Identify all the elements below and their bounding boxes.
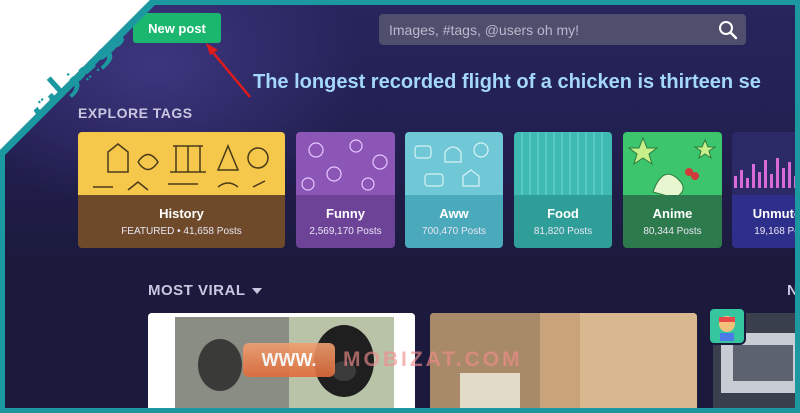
watermark-text: MOBIZAT.COM — [343, 348, 523, 371]
tag-anime[interactable]: Anime 80,344 Posts — [623, 132, 722, 248]
most-viral-label: MOST VIRAL — [148, 282, 246, 299]
tag-count: 700,470 Posts — [422, 226, 486, 237]
tag-aww-info: Aww 700,470 Posts — [405, 195, 503, 248]
search-icon[interactable] — [718, 20, 738, 40]
annotation-arrow — [206, 43, 251, 98]
fact-banner: The longest recorded flight of a chicken… — [253, 71, 761, 93]
tag-name: Food — [547, 206, 579, 221]
caret-down-icon — [251, 287, 262, 294]
tag-count: FEATURED • 41,658 Posts — [121, 226, 242, 237]
tag-name: Anime — [652, 206, 693, 221]
tag-name: Funny — [326, 206, 365, 221]
unmute-soundwave — [732, 132, 795, 195]
tag-count: 80,344 Posts — [643, 226, 702, 237]
search-input[interactable]: Images, #tags, @users oh my! — [389, 22, 579, 38]
avatar[interactable] — [708, 307, 746, 345]
tag-anime-info: Anime 80,344 Posts — [623, 195, 722, 248]
tag-aww[interactable]: Aww 700,470 Posts — [405, 132, 503, 248]
tag-funny-info: Funny 2,569,170 Posts — [296, 195, 395, 248]
tag-funny[interactable]: Funny 2,569,170 Posts — [296, 132, 395, 248]
tag-unmute[interactable]: Unmute 19,168 Po — [732, 132, 800, 248]
avatar-icon — [719, 316, 735, 341]
sort-label-partial[interactable]: N — [787, 282, 795, 299]
funny-pattern — [296, 132, 395, 195]
tag-food-info: Food 81,820 Posts — [514, 195, 612, 248]
tag-count: 81,820 Posts — [533, 226, 593, 237]
tag-history-info: History FEATURED • 41,658 Posts — [78, 195, 285, 248]
tag-food[interactable]: Food 81,820 Posts — [514, 132, 612, 248]
food-pattern — [514, 132, 612, 195]
anime-pattern — [623, 132, 722, 195]
search-bar[interactable]: Images, #tags, @users oh my! — [379, 14, 746, 45]
tag-name: Unmute — [752, 206, 800, 221]
tag-count: 2,569,170 Posts — [309, 226, 382, 237]
most-viral-dropdown[interactable]: MOST VIRAL — [148, 282, 262, 299]
tag-name: History — [159, 206, 204, 221]
www-badge: WWW. — [243, 343, 335, 377]
tag-unmute-info: Unmute 19,168 Po — [732, 195, 800, 248]
tag-count: 19,168 Po — [754, 226, 800, 237]
aww-pattern — [405, 132, 503, 195]
tag-name: Aww — [439, 206, 469, 221]
